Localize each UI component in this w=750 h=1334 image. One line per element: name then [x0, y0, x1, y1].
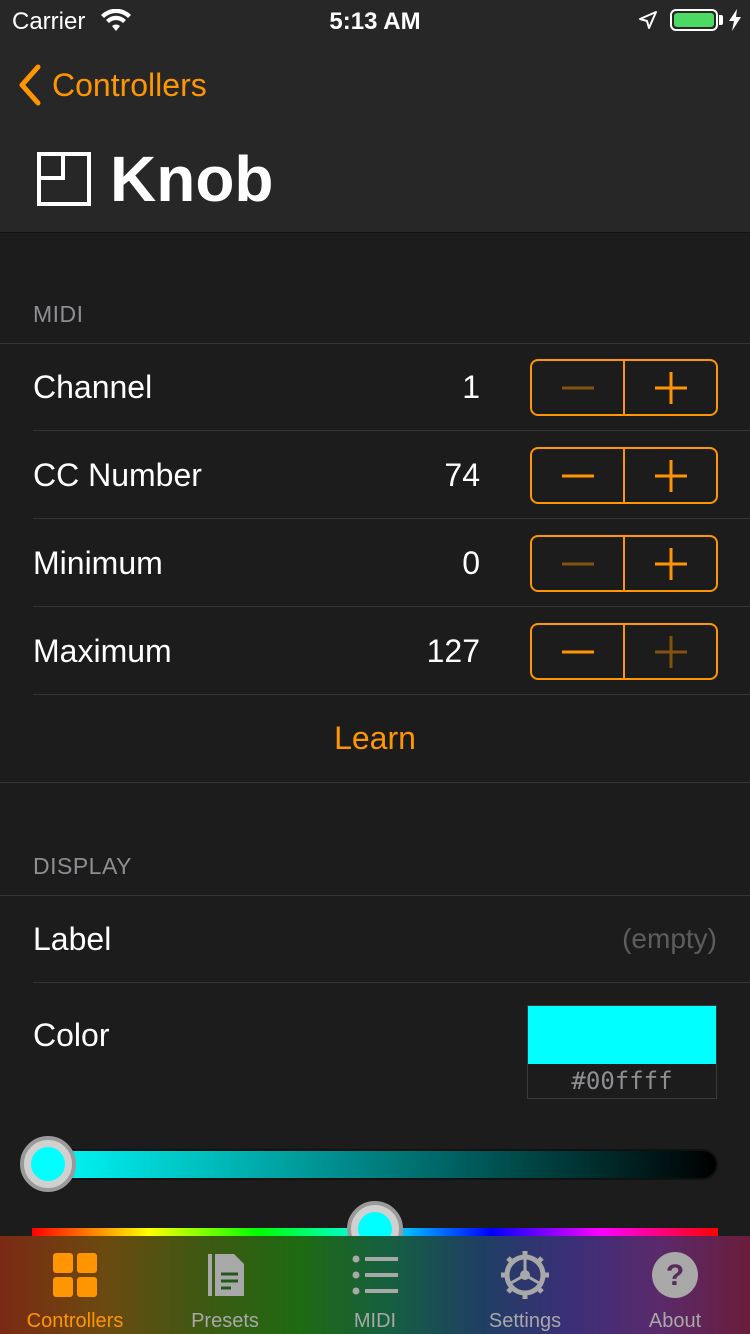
tab-bar: Controllers Presets MIDI Settings ? Abou… [0, 1236, 750, 1334]
svg-text:?: ? [666, 1259, 684, 1292]
label-label: Label [33, 921, 112, 957]
cc-number-decrement-button[interactable] [532, 449, 623, 502]
display-section-header: DISPLAY [33, 853, 132, 879]
label-row[interactable]: Label (empty) [0, 895, 750, 983]
cc-number-increment-button[interactable] [625, 449, 716, 502]
label-input[interactable]: (empty) [622, 895, 717, 983]
channel-decrement-button[interactable] [532, 361, 623, 414]
tab-label: Controllers [26, 1310, 124, 1332]
minimum-row: Minimum 0 [0, 519, 750, 607]
charging-bolt-icon [729, 9, 741, 31]
maximum-stepper [530, 623, 718, 680]
plus-icon [654, 459, 687, 492]
document-icon [208, 1254, 244, 1296]
tab-label: Presets [191, 1310, 259, 1332]
minus-icon [561, 474, 594, 477]
cc-number-label: CC Number [33, 457, 202, 493]
plus-icon [654, 371, 687, 404]
plus-icon [654, 547, 687, 580]
list-icon [352, 1255, 398, 1295]
channel-stepper [530, 359, 718, 416]
cc-number-row: CC Number 74 [0, 431, 750, 519]
gear-icon [501, 1251, 549, 1299]
help-icon: ? [652, 1252, 698, 1298]
channel-label: Channel [33, 369, 153, 405]
brightness-slider-thumb[interactable] [20, 1136, 76, 1192]
minus-icon [561, 386, 594, 389]
tab-about[interactable]: ? About [600, 1236, 750, 1334]
status-bar: Carrier 5:13 AM [0, 0, 750, 40]
tab-controllers[interactable]: Controllers [0, 1236, 150, 1334]
grid-icon [53, 1253, 97, 1297]
maximum-label: Maximum [33, 633, 172, 669]
minimum-decrement-button[interactable] [532, 537, 623, 590]
navigation-bar: Controllers Knob [0, 40, 750, 233]
chevron-left-icon [19, 64, 41, 106]
maximum-row: Maximum 127 [0, 607, 750, 695]
knob-icon [37, 152, 91, 206]
color-label: Color [33, 1017, 110, 1053]
color-swatch[interactable]: #00ffff [527, 1005, 717, 1099]
color-preview [528, 1006, 716, 1064]
cc-number-stepper [530, 447, 718, 504]
tab-presets[interactable]: Presets [150, 1236, 300, 1334]
channel-row: Channel 1 [0, 343, 750, 431]
location-arrow-icon [639, 11, 657, 29]
back-button-label: Controllers [52, 66, 207, 103]
back-button[interactable]: Controllers [16, 60, 207, 110]
page-title: Knob [110, 143, 274, 215]
channel-increment-button[interactable] [625, 361, 716, 414]
tab-settings[interactable]: Settings [450, 1236, 600, 1334]
battery-tip [719, 15, 723, 25]
brightness-thumb-color [31, 1147, 65, 1181]
plus-icon [654, 635, 687, 668]
tab-label: About [648, 1310, 702, 1332]
battery-fill [674, 13, 714, 27]
maximum-decrement-button[interactable] [532, 625, 623, 678]
midi-section-header: MIDI [33, 301, 84, 327]
minus-icon [561, 650, 594, 653]
tab-label: Settings [488, 1310, 562, 1332]
divider [0, 782, 750, 783]
title-group: Knob [36, 142, 274, 216]
learn-button[interactable]: Learn [0, 695, 750, 782]
channel-value: 1 [462, 369, 480, 405]
minimum-increment-button[interactable] [625, 537, 716, 590]
minimum-label: Minimum [33, 545, 163, 581]
cc-number-value: 74 [444, 457, 480, 493]
minimum-value: 0 [462, 545, 480, 581]
divider [33, 982, 750, 983]
tab-label: MIDI [353, 1310, 397, 1332]
color-hex-label: #00ffff [571, 1067, 673, 1095]
battery-icon [670, 9, 718, 31]
minimum-stepper [530, 535, 718, 592]
brightness-slider-track[interactable] [30, 1149, 718, 1180]
maximum-value: 127 [426, 633, 480, 669]
maximum-increment-button[interactable] [625, 625, 716, 678]
tab-midi[interactable]: MIDI [300, 1236, 450, 1334]
minus-icon [561, 562, 594, 565]
